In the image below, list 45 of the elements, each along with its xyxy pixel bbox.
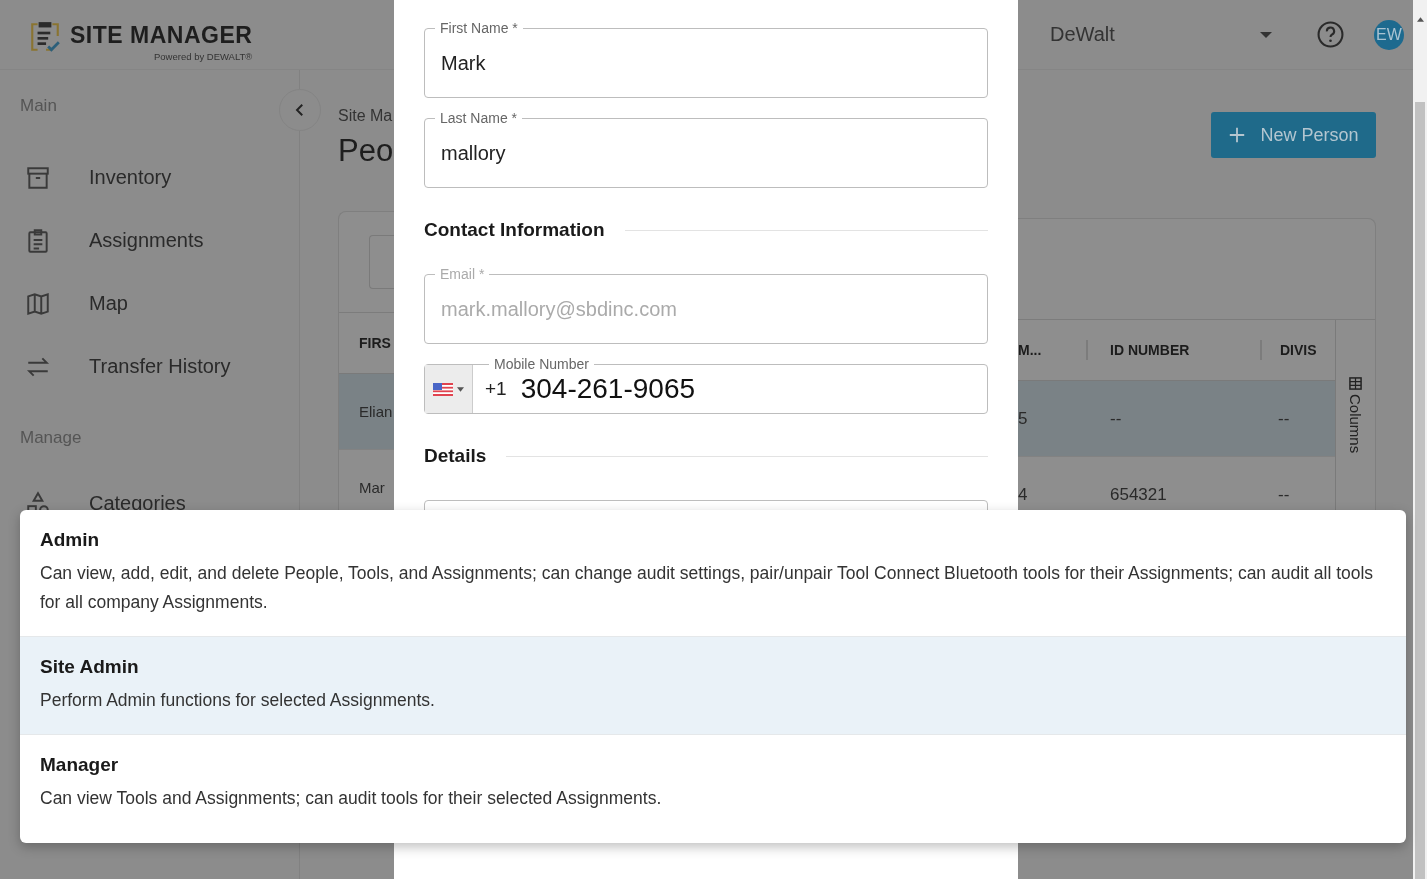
scrollbar[interactable] [1413,0,1427,879]
input-field[interactable]: First Name * Mark [424,19,988,98]
role-description: Can view Tools and Assignments; can audit tools for their selected Assignments. [40,787,663,810]
breadcrumb: Site Ma [338,107,394,126]
avatar[interactable]: EW [1374,19,1404,50]
flag-icon [433,382,453,396]
nav-item[interactable]: Inventory [0,146,299,209]
role-title: Manager [40,754,120,776]
new-person-button[interactable]: New Person [1211,112,1376,158]
phone-field[interactable]: Mobile Number +1 304-261-9065 [424,355,988,414]
logo-subtitle: Powered by DEWALT® [154,50,253,62]
nav-item[interactable]: Assignments [0,209,299,272]
table-row[interactable]: 5 -- -- [1018,381,1335,457]
column-header[interactable]: DIVIS [1280,342,1335,358]
table-row[interactable]: Elian [339,374,394,450]
help-icon[interactable] [1317,21,1344,48]
country-picker[interactable] [425,365,473,413]
role-option[interactable]: Site Admin Perform Admin functions for selected Assignments. [20,637,1406,735]
role-title: Admin [40,529,101,551]
nav-item[interactable]: Map [0,272,299,335]
scroll-up-icon[interactable] [1416,17,1424,22]
column-header[interactable]: ID NUMBER [1088,340,1262,360]
role-description: Perform Admin functions for selected Assignments. [40,689,436,712]
input-field[interactable]: Last Name * mallory [424,109,988,188]
company-select[interactable]: DeWalt [1050,23,1272,46]
caret-icon [457,386,464,392]
logo-title: SITE MANAGER [70,21,253,49]
role-option[interactable]: Manager Can view Tools and Assignments; can audit tools for their selected Assignments. [20,735,1406,843]
columns-icon [1349,377,1362,390]
caret-icon [1260,31,1272,38]
map-icon [25,290,51,317]
column-header[interactable]: M... [1018,340,1088,360]
section-heading: Contact Information [424,219,605,241]
column-header[interactable]: FIRS [359,335,391,351]
clipboard-icon [25,227,51,254]
plus-icon [1228,126,1247,144]
section-heading: Details [424,445,487,467]
archive-icon [25,164,51,191]
page-title: Peo [338,133,394,170]
dial-code: +1 [485,378,507,400]
role-title: Site Admin [40,656,140,678]
role-description: Can view, add, edit, and delete People, Tools, and Assignments; can change audit settings, pair/unpair Tool Connect Bluetooth tools for their Assignments; can audit all tools for all company Assignments. [40,562,1375,614]
nav-item[interactable]: Transfer History [0,335,299,398]
phone-number: 304-261-9065 [520,373,696,405]
logo-icon [28,19,62,54]
